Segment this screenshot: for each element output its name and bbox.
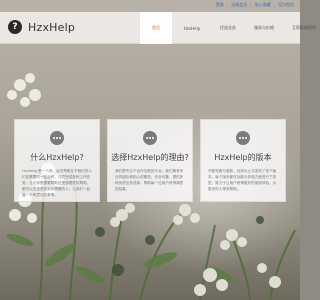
separator: | (250, 2, 252, 8)
nav-item-pricing[interactable]: 服务与价格 (244, 12, 284, 44)
feature-card-what: 什么HzxHelp? HzxHelp 是一个网，旨在帮助互不相识的人们在需要时一… (14, 119, 100, 202)
register-link[interactable]: 注册会员 (231, 2, 247, 8)
nav-item-support[interactable]: 互帮客服帮找 (284, 12, 320, 44)
top-links: 登录 | 注册会员 | 加入收藏 | 设为首页 (216, 1, 294, 9)
chat-bubble-icon (236, 131, 250, 145)
card-title: 什么HzxHelp? (30, 153, 84, 162)
nav-item-home[interactable]: 首页 (140, 12, 172, 44)
card-text: 我们是专注于合作互助的平台，我们拥有专业的团队和贴心的服务，安全可靠，提供多种优… (115, 169, 184, 191)
site-logo[interactable]: ? HzxHelp (8, 20, 75, 34)
card-title: HzxHelp的版本 (214, 153, 272, 162)
chat-bubble-icon (50, 131, 64, 145)
chat-bubble-icon (143, 131, 157, 145)
feature-card-why: 选择HzxHelp的理由? 我们是专注于合作互助的平台，我们拥有专业的团队和贴心… (107, 119, 193, 202)
separator: | (273, 2, 275, 8)
brand-name: HzxHelp (28, 20, 76, 34)
nav-item-hzxhelp[interactable]: HzxHelp (172, 12, 212, 44)
site-header: ? HzxHelp 首页 HzxHelp 优选业务 服务与价格 互帮客服帮找 (0, 12, 316, 44)
login-link[interactable]: 登录 (216, 2, 224, 8)
set-homepage-link[interactable]: 设为首页 (278, 2, 294, 8)
bookmark-link[interactable]: 加入收藏 (255, 2, 271, 8)
nav-item-services[interactable]: 优选业务 (212, 12, 244, 44)
feature-card-versions: HzxHelp的版本 不断完善与更新，目前为止共发布了多个版本。每个版本都在功能… (200, 119, 286, 202)
card-title: 选择HzxHelp的理由? (111, 153, 189, 162)
card-text: 不断完善与更新，目前为止共发布了多个版本。每个版本都在功能与体验方面进行了改进，… (208, 169, 277, 191)
question-mark-icon: ? (8, 20, 22, 34)
card-text: HzxHelp 是一个网，旨在帮助互不相识的人们在需要时一起合作，共同完成各种工… (22, 169, 92, 197)
separator: | (226, 2, 229, 8)
main-nav: 首页 HzxHelp 优选业务 服务与价格 互帮客服帮找 (140, 12, 320, 44)
